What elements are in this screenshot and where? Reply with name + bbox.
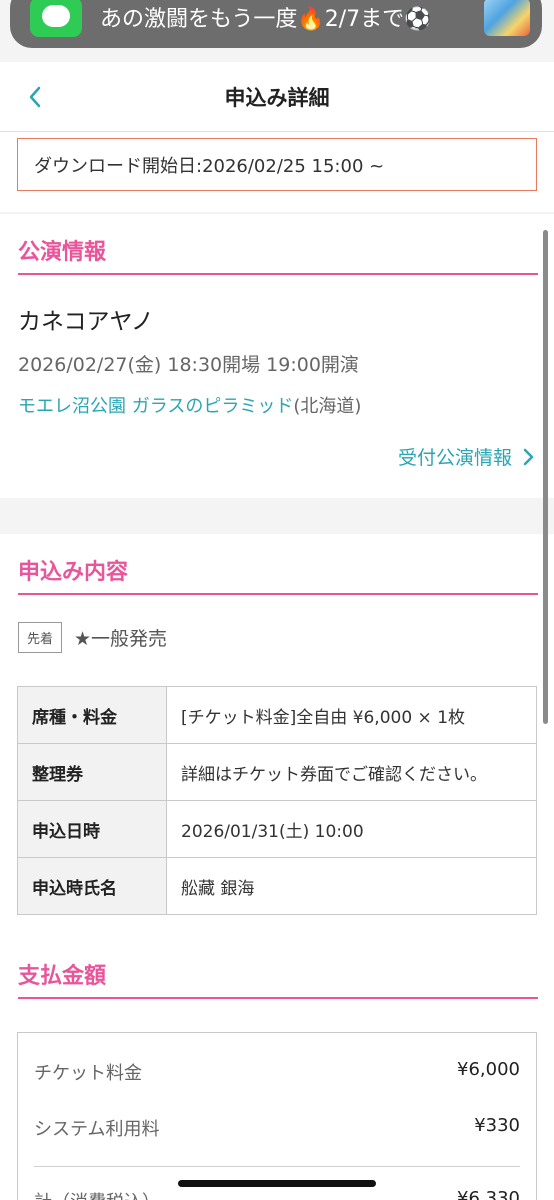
venue: モエレ沼公園 ガラスのピラミッド(北海道) [18, 392, 361, 418]
chevron-left-icon [29, 86, 41, 108]
header-bar: 申込み詳細 [0, 62, 554, 132]
section-divider [18, 997, 538, 999]
system-fee-amount: ¥330 [474, 1115, 520, 1136]
download-notice-area: ダウンロード開始日:2026/02/25 15:00 ~ [0, 132, 554, 212]
table-row: 席種・料金 [チケット料金]全自由 ¥6,000 × 1枚 [17, 686, 537, 744]
section-divider [18, 593, 538, 595]
total-label: 計（消費税込） [34, 1188, 160, 1200]
system-fee-row: システム利用料 ¥330 [34, 1115, 520, 1141]
scrollbar[interactable] [543, 230, 548, 724]
back-button[interactable] [20, 82, 50, 112]
page-title: 申込み詳細 [224, 85, 330, 110]
ticket-fee-label: チケット料金 [34, 1063, 142, 1084]
performance-section-title: 公演情報 [18, 240, 107, 265]
table-row: 申込時氏名 舩藏 銀海 [17, 857, 537, 915]
application-date-label: 申込日時 [17, 800, 167, 858]
artist-name: カネコアヤノ [18, 309, 154, 335]
ticket-number-value: 詳細はチケット券面でご確認ください。 [166, 743, 537, 801]
seat-fee-value: [チケット料金]全自由 ¥6,000 × 1枚 [166, 686, 537, 744]
page: あの激闘をもう一度🔥2/7まで⚽ 申込み詳細 ダウンロード開始日:2026/02… [0, 0, 554, 1200]
table-row: 整理券 詳細はチケット券面でご確認ください。 [17, 743, 537, 801]
payment-breakdown: チケット料金 ¥6,000 システム利用料 ¥330 計（消費税込） ¥6,33… [17, 1032, 537, 1200]
download-start-notice: ダウンロード開始日:2026/02/25 15:00 ~ [17, 138, 537, 191]
performance-section: 公演情報 カネコアヤノ 2026/02/27(金) 18:30開場 19:00開… [0, 214, 554, 498]
sale-type: ★一般発売 [74, 628, 168, 650]
first-come-badge: 先着 [18, 622, 63, 653]
application-section-title: 申込み内容 [18, 560, 129, 585]
venue-region: (北海道) [293, 396, 362, 417]
ticket-fee-amount: ¥6,000 [457, 1059, 520, 1080]
sale-type-row: 先着 ★一般発売 [18, 622, 167, 653]
notification-banner[interactable]: あの激闘をもう一度🔥2/7まで⚽ [10, 0, 542, 48]
application-section: 申込み内容 先着 ★一般発売 席種・料金 [チケット料金]全自由 ¥6,000 … [0, 534, 554, 934]
applicant-name-value: 舩藏 銀海 [166, 857, 537, 915]
ticket-number-label: 整理券 [17, 743, 167, 801]
notification-thumbnail [484, 0, 530, 36]
notification-text: あの激闘をもう一度🔥2/7まで⚽ [100, 7, 432, 32]
applicant-name-label: 申込時氏名 [17, 857, 167, 915]
ticket-fee-row: チケット料金 ¥6,000 [34, 1059, 520, 1085]
application-detail-table: 席種・料金 [チケット料金]全自由 ¥6,000 × 1枚 整理券 詳細はチケッ… [17, 686, 537, 915]
reception-info-link[interactable]: 受付公演情報 [398, 443, 534, 470]
chevron-right-icon [523, 448, 534, 465]
system-fee-label: システム利用料 [34, 1119, 160, 1140]
section-divider [18, 273, 538, 275]
home-indicator[interactable] [178, 1180, 376, 1187]
reception-info-label: 受付公演情報 [397, 447, 512, 469]
line-app-icon [30, 0, 82, 37]
performance-datetime: 2026/02/27(金) 18:30開場 19:00開演 [18, 354, 359, 376]
payment-divider [34, 1166, 520, 1167]
payment-section-title: 支払金額 [18, 964, 107, 989]
table-row: 申込日時 2026/01/31(土) 10:00 [17, 800, 537, 858]
venue-link[interactable]: モエレ沼公園 ガラスのピラミッド [18, 396, 293, 417]
total-row: 計（消費税込） ¥6,330 [34, 1188, 520, 1200]
application-date-value: 2026/01/31(土) 10:00 [166, 800, 537, 858]
total-amount: ¥6,330 [457, 1188, 520, 1200]
seat-fee-label: 席種・料金 [17, 686, 167, 744]
payment-section: 支払金額 チケット料金 ¥6,000 システム利用料 ¥330 計（消費税込） … [0, 934, 554, 1200]
